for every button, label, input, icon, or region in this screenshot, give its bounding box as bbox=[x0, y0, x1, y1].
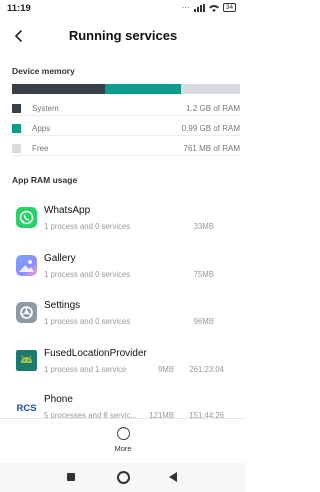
legend-swatch-free bbox=[12, 143, 21, 153]
legend-name: Free bbox=[32, 143, 49, 153]
gallery-icon bbox=[16, 255, 37, 276]
rcs-icon: RCS bbox=[16, 403, 36, 414]
status-icons: ··· 34 bbox=[182, 3, 236, 12]
app-processes: 1 process and 0 services bbox=[44, 317, 131, 326]
app-row-fusedlocationprovider[interactable]: FusedLocationProvider 1 process and 1 se… bbox=[0, 340, 246, 380]
whatsapp-icon bbox=[16, 207, 37, 228]
app-name: Gallery bbox=[44, 253, 76, 264]
navigation-bar bbox=[0, 463, 246, 492]
app-processes: 1 process and 0 services bbox=[44, 270, 131, 279]
back-button[interactable] bbox=[169, 472, 177, 482]
app-processes: 1 process and 1 service bbox=[44, 365, 127, 374]
app-name: Phone bbox=[44, 394, 73, 405]
app-ram-usage-label: App RAM usage bbox=[12, 175, 78, 185]
app-row-settings[interactable]: Settings 1 process and 0 services 96MB bbox=[0, 292, 246, 332]
status-bar: 11:19 ··· 34 bbox=[0, 0, 246, 18]
legend-free: Free 761 MB of RAM bbox=[12, 141, 240, 156]
legend-swatch-system bbox=[12, 103, 21, 113]
app-memory: 96MB bbox=[193, 317, 214, 326]
memory-bar bbox=[12, 84, 240, 94]
page-title: Running services bbox=[68, 28, 178, 43]
legend-name: Apps bbox=[32, 123, 51, 133]
legend-value: 1.2 GB of RAM bbox=[186, 103, 240, 113]
device-memory-label: Device memory bbox=[12, 66, 75, 76]
memory-bar-free bbox=[180, 84, 240, 94]
legend-swatch-apps bbox=[12, 123, 21, 133]
more-button[interactable]: More bbox=[103, 424, 143, 461]
bottom-action-bar: More bbox=[0, 418, 246, 464]
dots-icon: ··· bbox=[181, 3, 190, 12]
legend-value: 761 MB of RAM bbox=[183, 143, 240, 153]
app-memory: 9MB bbox=[157, 365, 174, 374]
app-uptime: 261:23:04 bbox=[189, 365, 224, 374]
more-label: More bbox=[114, 444, 132, 453]
header: Running services bbox=[0, 20, 246, 52]
android-icon bbox=[16, 350, 37, 371]
battery-icon: 34 bbox=[222, 3, 236, 12]
settings-icon bbox=[16, 302, 37, 323]
home-button[interactable] bbox=[117, 471, 130, 484]
app-row-gallery[interactable]: Gallery 1 process and 0 services 75MB bbox=[0, 245, 246, 285]
app-name: Settings bbox=[44, 300, 81, 311]
app-processes: 1 process and 0 services bbox=[44, 222, 131, 231]
legend-system: System 1.2 GB of RAM bbox=[12, 101, 240, 116]
app-name: WhatsApp bbox=[44, 205, 91, 216]
signal-icon bbox=[193, 3, 205, 12]
legend-value: 0.99 GB of RAM bbox=[181, 123, 240, 133]
app-row-whatsapp[interactable]: WhatsApp 1 process and 0 services 33MB bbox=[0, 197, 246, 237]
recents-button[interactable] bbox=[67, 473, 75, 481]
status-time: 11:19 bbox=[7, 3, 31, 14]
legend-apps: Apps 0.99 GB of RAM bbox=[12, 121, 240, 136]
memory-bar-system bbox=[12, 84, 106, 94]
more-icon bbox=[116, 424, 130, 440]
app-name: FusedLocationProvider bbox=[44, 348, 147, 359]
svg-text:RCS: RCS bbox=[16, 403, 36, 414]
app-memory: 33MB bbox=[193, 222, 214, 231]
app-memory: 75MB bbox=[193, 270, 214, 279]
memory-bar-apps bbox=[105, 84, 181, 94]
wifi-icon bbox=[208, 4, 219, 12]
legend-name: System bbox=[32, 103, 59, 113]
